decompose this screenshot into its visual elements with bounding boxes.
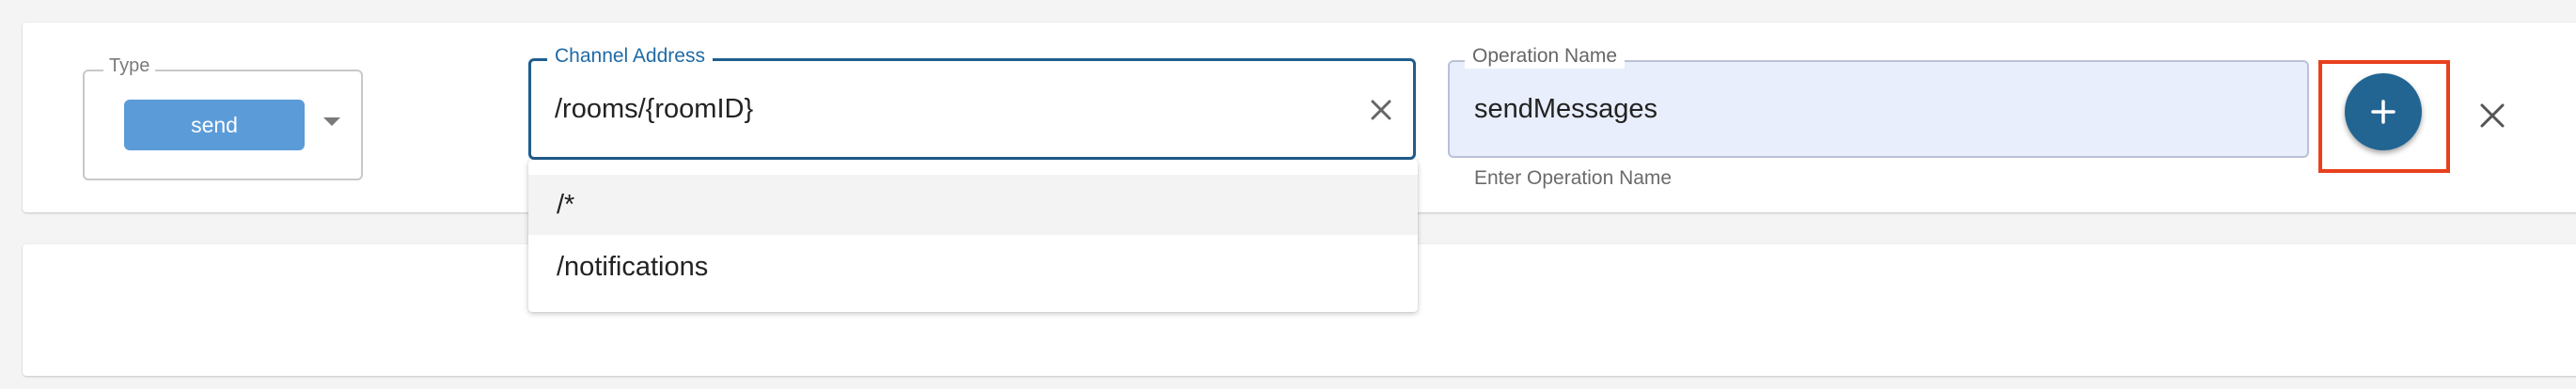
operation-name-helper: Enter Operation Name [1474,167,1673,189]
plus-icon [2371,100,2395,124]
type-send-chip[interactable]: send [124,100,305,150]
channel-address-dropdown: /* /notifications [528,160,1418,312]
operation-name-label: Operation Name [1465,44,1626,69]
close-icon [2480,103,2505,128]
type-label: Type [103,54,156,77]
dropdown-option[interactable]: /notifications [528,237,1418,297]
caret-down-icon[interactable] [323,117,340,126]
channel-address-label: Channel Address [547,44,713,69]
close-icon[interactable] [1365,94,1397,126]
dropdown-option[interactable]: /* [528,175,1418,235]
remove-row-button[interactable] [2474,98,2510,133]
channel-address-value[interactable]: /rooms/{roomID} [555,92,753,126]
add-button[interactable] [2345,73,2422,150]
operation-name-value[interactable]: sendMessages [1474,92,1657,126]
